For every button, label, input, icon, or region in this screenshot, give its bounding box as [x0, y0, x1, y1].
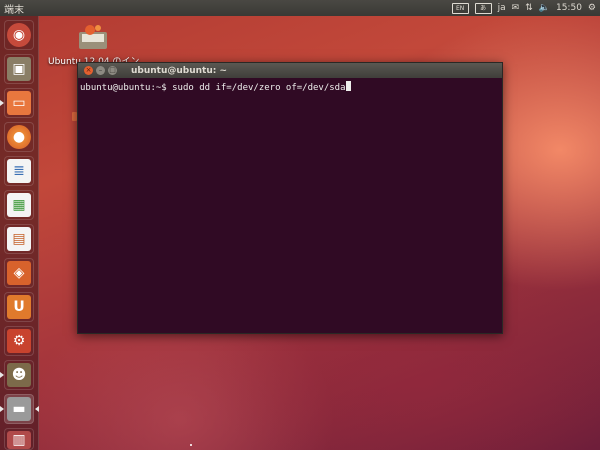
running-pip [0, 372, 4, 378]
close-icon[interactable]: × [84, 66, 93, 75]
trash-icon: ▥ [7, 431, 31, 449]
firefox-icon: ● [7, 125, 31, 149]
desktop-dot [190, 444, 192, 446]
gimp-icon: ☻ [7, 363, 31, 387]
installer-icon: ▣ [7, 57, 31, 81]
indicator-area: EN あ ja ✉ ⇅ 🔈 15:50 ⚙ [451, 0, 596, 16]
launcher-scanner[interactable]: ▬ [0, 394, 39, 424]
active-app-name: 端末 [4, 4, 24, 16]
language-indicator[interactable]: ja [498, 3, 506, 13]
impress-icon: ▤ [7, 227, 31, 251]
volume-icon[interactable]: 🔈 [539, 3, 550, 13]
launcher-writer[interactable]: ≣ [4, 156, 34, 186]
launcher-firefox[interactable]: ● [4, 122, 34, 152]
launcher: ◉ ▣ ▭ ● ≣ ▦ ▤ ◈ U ⚙ ☻ ▬ ▥ [0, 16, 39, 450]
ubuntu-logo-icon: ◉ [7, 23, 31, 47]
text-cursor [345, 81, 351, 91]
desktop-icon-installer[interactable]: Ubuntu 12.04 のイン [48, 22, 139, 67]
running-pip [0, 100, 4, 106]
launcher-calc[interactable]: ▦ [4, 190, 34, 220]
launcher-ubuntu-one[interactable]: U [4, 292, 34, 322]
launcher-installer[interactable]: ▣ [4, 54, 34, 84]
ubuntu-one-icon: U [7, 295, 31, 319]
keyboard-layout-icon[interactable]: EN [451, 2, 469, 14]
top-panel: 端末 EN あ ja ✉ ⇅ 🔈 15:50 ⚙ [0, 0, 600, 16]
window-title: ubuntu@ubuntu: ~ [131, 65, 228, 76]
focused-pip [35, 406, 39, 412]
shell-prompt: ubuntu@ubuntu:~$ [80, 83, 173, 93]
launcher-software-center[interactable]: ◈ [4, 258, 34, 288]
maximize-icon[interactable]: □ [108, 66, 117, 75]
window-titlebar[interactable]: × – □ ubuntu@ubuntu: ~ [78, 63, 502, 78]
mail-icon[interactable]: ✉ [512, 3, 520, 13]
input-method-icon[interactable]: あ [474, 2, 492, 14]
installer-icon [76, 22, 110, 52]
clock[interactable]: 15:50 [556, 3, 582, 13]
launcher-trash[interactable]: ▥ [4, 428, 34, 450]
launcher-impress[interactable]: ▤ [4, 224, 34, 254]
minimize-icon[interactable]: – [96, 66, 105, 75]
power-gear-icon[interactable]: ⚙ [588, 3, 596, 13]
calc-icon: ▦ [7, 193, 31, 217]
folder-icon: ▭ [7, 91, 31, 115]
scanner-icon: ▬ [7, 397, 31, 421]
launcher-settings[interactable]: ⚙ [4, 326, 34, 356]
shell-command: sudo dd if=/dev/zero of=/dev/sda [172, 83, 346, 93]
writer-icon: ≣ [7, 159, 31, 183]
launcher-files[interactable]: ▭ [0, 88, 34, 118]
bag-icon: ◈ [7, 261, 31, 285]
running-pip [0, 406, 4, 412]
terminal-window[interactable]: × – □ ubuntu@ubuntu: ~ ubuntu@ubuntu:~$ … [77, 62, 503, 334]
network-icon[interactable]: ⇅ [525, 3, 533, 13]
terminal-body[interactable]: ubuntu@ubuntu:~$ sudo dd if=/dev/zero of… [78, 78, 502, 333]
launcher-dash-home[interactable]: ◉ [4, 20, 34, 50]
gear-icon: ⚙ [7, 329, 31, 353]
launcher-gimp[interactable]: ☻ [0, 360, 34, 390]
